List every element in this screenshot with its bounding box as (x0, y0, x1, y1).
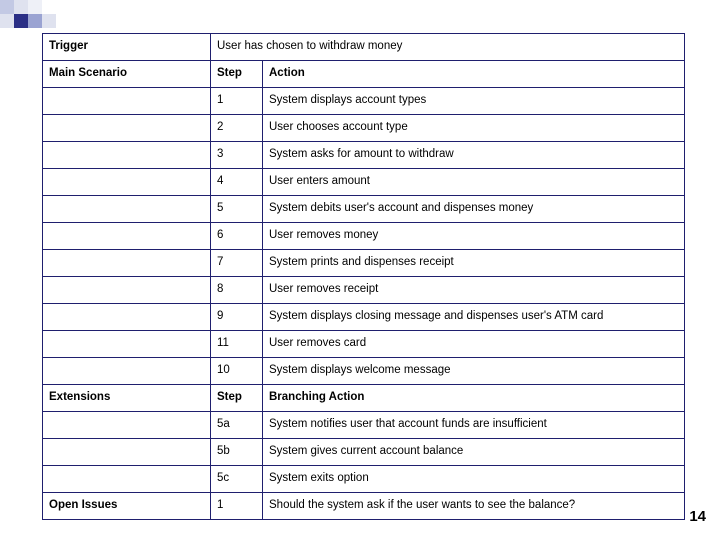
row-action-cell: System asks for amount to withdraw (262, 141, 685, 169)
row-step-cell: 5c (210, 465, 263, 493)
table-row: 5 System debits user's account and dispen… (42, 195, 685, 223)
row-step-cell: 7 (210, 249, 263, 277)
row-action-cell: User chooses account type (262, 114, 685, 142)
row-action-cell: Should the system ask if the user wants … (262, 492, 685, 520)
row-action-cell: System exits option (262, 465, 685, 493)
row-step-cell: 5 (210, 195, 263, 223)
row-action-cell: System displays closing message and disp… (262, 303, 685, 331)
row-step-cell: 1 (210, 492, 263, 520)
row-action-cell: System displays account types (262, 87, 685, 115)
row-step-cell: 2 (210, 114, 263, 142)
row-label-cell (42, 141, 211, 169)
row-step-cell: Step (210, 60, 263, 88)
table-row: Open Issues 1 Should the system ask if the… (42, 492, 685, 520)
row-label-cell (42, 330, 211, 358)
row-label-cell (42, 195, 211, 223)
row-label-cell: Open Issues (42, 492, 211, 520)
deco-block-6 (42, 14, 56, 28)
row-step-cell: 10 (210, 357, 263, 385)
row-label-cell (42, 87, 211, 115)
row-step-cell: 5a (210, 411, 263, 439)
row-step-cell: 11 (210, 330, 263, 358)
row-action-cell: Action (262, 60, 685, 88)
row-step-cell: 5b (210, 438, 263, 466)
decorative-corner-blocks (0, 0, 60, 34)
row-step-cell: 8 (210, 276, 263, 304)
row-action-cell: User removes money (262, 222, 685, 250)
deco-block-2 (14, 0, 28, 14)
use-case-table: Trigger User has chosen to withdraw money… (42, 33, 685, 520)
row-step-cell: 4 (210, 168, 263, 196)
table-row: 5c System exits option (42, 465, 685, 493)
row-action-cell: Branching Action (262, 384, 685, 412)
table-row: 11 User removes card (42, 330, 685, 358)
page-number: 14 (689, 508, 706, 525)
row-label-cell (42, 411, 211, 439)
table-row: 3 System asks for amount to withdraw (42, 141, 685, 169)
row-action-cell: User removes card (262, 330, 685, 358)
row-label-cell: Main Scenario (42, 60, 211, 88)
row-label-cell (42, 168, 211, 196)
row-action-cell: System gives current account balance (262, 438, 685, 466)
row-label-cell (42, 357, 211, 385)
table-row: Extensions Step Branching Action (42, 384, 685, 412)
deco-block-1 (0, 0, 14, 14)
table-row: 10 System displays welcome message (42, 357, 685, 385)
row-label-cell (42, 438, 211, 466)
deco-block-3 (0, 14, 14, 28)
row-label-cell: Trigger (42, 33, 211, 61)
table-row: 6 User removes money (42, 222, 685, 250)
table-row: Main Scenario Step Action (42, 60, 685, 88)
row-label-cell (42, 303, 211, 331)
table-row: 5a System notifies user that account fund… (42, 411, 685, 439)
table-row: 9 System displays closing message and dis… (42, 303, 685, 331)
row-step-cell: Step (210, 384, 263, 412)
row-action-cell: System displays welcome message (262, 357, 685, 385)
table-row: 5b System gives current account balance (42, 438, 685, 466)
table-row: 4 User enters amount (42, 168, 685, 196)
table-row: 8 User removes receipt (42, 276, 685, 304)
row-label-cell: Extensions (42, 384, 211, 412)
row-label-cell (42, 276, 211, 304)
row-action-cell: User enters amount (262, 168, 685, 196)
deco-block-5 (28, 14, 42, 28)
row-action-cell: User removes receipt (262, 276, 685, 304)
table-row: Trigger User has chosen to withdraw money (42, 33, 685, 61)
table-row: 2 User chooses account type (42, 114, 685, 142)
deco-block-7 (28, 0, 42, 14)
row-step-cell: 1 (210, 87, 263, 115)
deco-block-4 (14, 14, 28, 28)
table-row: 7 System prints and dispenses receipt (42, 249, 685, 277)
row-step-cell: 6 (210, 222, 263, 250)
row-label-cell (42, 465, 211, 493)
table-row: 1 System displays account types (42, 87, 685, 115)
row-action-cell: System notifies user that account funds … (262, 411, 685, 439)
row-step-cell: 9 (210, 303, 263, 331)
row-label-cell (42, 114, 211, 142)
row-action-cell: User has chosen to withdraw money (210, 33, 685, 61)
row-step-cell: 3 (210, 141, 263, 169)
row-label-cell (42, 222, 211, 250)
row-action-cell: System prints and dispenses receipt (262, 249, 685, 277)
row-action-cell: System debits user's account and dispens… (262, 195, 685, 223)
use-case-table-body: Trigger User has chosen to withdraw money… (42, 33, 685, 520)
row-label-cell (42, 249, 211, 277)
